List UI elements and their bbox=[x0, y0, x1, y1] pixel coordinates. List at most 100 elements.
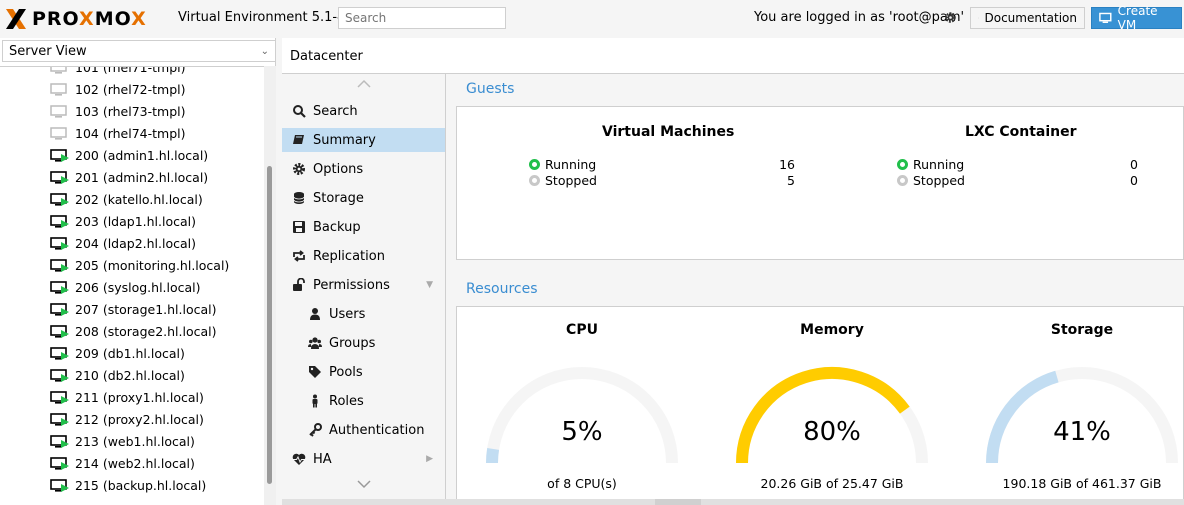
running-icon bbox=[529, 159, 540, 170]
vm-running-icon bbox=[50, 479, 69, 492]
stopped-icon bbox=[529, 175, 540, 186]
desktop-icon bbox=[1099, 12, 1112, 23]
page-title: Datacenter bbox=[290, 49, 363, 64]
tree-item-label: 202 (katello.hl.local) bbox=[75, 192, 203, 207]
gauge-subtext: of 8 CPU(s) bbox=[547, 476, 617, 491]
nav-item-storage[interactable]: Storage bbox=[282, 186, 445, 210]
logged-in-label: You are logged in as 'root@pam' bbox=[754, 10, 965, 25]
tree-item[interactable]: 201 (admin2.hl.local) bbox=[0, 167, 264, 189]
tree-item[interactable]: 103 (rhel73-tmpl) bbox=[0, 101, 264, 123]
tree-item[interactable]: 213 (web1.hl.local) bbox=[0, 431, 264, 453]
nav-scroll-down-icon[interactable] bbox=[282, 478, 446, 500]
nav-item-label: HA bbox=[313, 451, 332, 467]
tree-item-label: 210 (db2.hl.local) bbox=[75, 368, 185, 383]
search-icon bbox=[292, 104, 306, 118]
tree-item[interactable]: 214 (web2.hl.local) bbox=[0, 453, 264, 475]
tree-item-label: 104 (rhel74-tmpl) bbox=[75, 126, 186, 141]
tree-item[interactable]: 205 (monitoring.hl.local) bbox=[0, 255, 264, 277]
retweet-icon bbox=[292, 249, 306, 263]
tree-item[interactable]: 200 (admin1.hl.local) bbox=[0, 145, 264, 167]
tree-item[interactable]: 211 (proxy1.hl.local) bbox=[0, 387, 264, 409]
nav-item-roles[interactable]: Roles bbox=[282, 389, 445, 413]
tree-item[interactable]: 215 (backup.hl.local) bbox=[0, 475, 264, 497]
tree-item-label: 102 (rhel72-tmpl) bbox=[75, 82, 186, 97]
key-icon bbox=[308, 423, 322, 437]
datacenter-nav: Search Summary Options Storage Backup Replica… bbox=[282, 74, 446, 505]
user-icon bbox=[308, 307, 322, 321]
gauge-value: 41% bbox=[1053, 417, 1111, 447]
vm-running-icon bbox=[50, 193, 69, 206]
nav-item-backup[interactable]: Backup bbox=[282, 215, 445, 239]
search-input[interactable] bbox=[338, 7, 506, 29]
tree-item[interactable]: 212 (proxy2.hl.local) bbox=[0, 409, 264, 431]
proxmox-logo: PROXMOX bbox=[4, 6, 147, 32]
tree-item-label: 215 (backup.hl.local) bbox=[75, 478, 207, 493]
vm-template-icon bbox=[50, 83, 67, 96]
vm-running-row: Running bbox=[529, 157, 596, 172]
top-header: PROXMOX Virtual Environment 5.1-43 You a… bbox=[0, 0, 1184, 38]
users-icon bbox=[308, 336, 322, 350]
tree-item-label: 205 (monitoring.hl.local) bbox=[75, 258, 230, 273]
summary-content: Guests Virtual Machines Running 16 Stopp… bbox=[446, 74, 1184, 505]
vm-template-icon bbox=[50, 105, 67, 118]
tree-item[interactable]: 208 (storage2.hl.local) bbox=[0, 321, 264, 343]
gauge-title: Storage bbox=[1050, 322, 1114, 338]
gear-icon bbox=[292, 162, 306, 176]
tree-item[interactable]: 210 (db2.hl.local) bbox=[0, 365, 264, 387]
tree-item-label: 213 (web1.hl.local) bbox=[75, 434, 195, 449]
tree-item[interactable]: 202 (katello.hl.local) bbox=[0, 189, 264, 211]
gauge-subtext: 20.26 GiB of 25.47 GiB bbox=[760, 476, 904, 491]
nav-item-users[interactable]: Users bbox=[282, 302, 445, 326]
tree-item[interactable]: 209 (db1.hl.local) bbox=[0, 343, 264, 365]
resize-handle[interactable] bbox=[655, 499, 701, 505]
tree-item[interactable]: 102 (rhel72-tmpl) bbox=[0, 79, 264, 101]
nav-item-label: Pools bbox=[329, 364, 363, 380]
database-icon bbox=[292, 191, 306, 205]
nav-item-groups[interactable]: Groups bbox=[282, 331, 445, 355]
tree-item[interactable]: 104 (rhel74-tmpl) bbox=[0, 123, 264, 145]
documentation-button[interactable]: Documentation bbox=[970, 7, 1085, 29]
tree-item-label: 208 (storage2.hl.local) bbox=[75, 324, 217, 339]
nav-item-search[interactable]: Search bbox=[282, 99, 445, 123]
gauge-title: CPU bbox=[566, 322, 598, 338]
vm-running-count: 16 bbox=[779, 157, 795, 172]
lxc-running-row: Running bbox=[897, 157, 964, 172]
tree-item-label: 211 (proxy1.hl.local) bbox=[75, 390, 204, 405]
tree-item[interactable]: 204 (ldap2.hl.local) bbox=[0, 233, 264, 255]
nav-scroll-up-icon[interactable] bbox=[282, 78, 446, 100]
gauge-subtext: 190.18 GiB of 461.37 GiB bbox=[1002, 476, 1162, 491]
gauge-value: 80% bbox=[803, 417, 861, 447]
vm-running-icon bbox=[50, 171, 69, 184]
gear-icon[interactable] bbox=[944, 11, 957, 24]
tree-item[interactable]: 203 (ldap1.hl.local) bbox=[0, 211, 264, 233]
tree-item[interactable]: 101 (rhel71-tmpl) bbox=[0, 66, 264, 79]
gauge-fill bbox=[486, 447, 500, 464]
scrollbar-thumb[interactable] bbox=[267, 166, 272, 484]
nav-item-permissions[interactable]: Permissions ▼ bbox=[282, 273, 445, 297]
nav-item-ha[interactable]: HA ▶ bbox=[282, 447, 445, 471]
nav-item-label: Replication bbox=[313, 248, 385, 264]
nav-item-label: Backup bbox=[313, 219, 361, 235]
tree-scrollbar[interactable] bbox=[264, 66, 276, 505]
nav-item-replication[interactable]: Replication bbox=[282, 244, 445, 268]
view-selector[interactable]: Server View ⌄ bbox=[2, 40, 276, 62]
tree-item[interactable]: 206 (syslog.hl.local) bbox=[0, 277, 264, 299]
unlock-icon bbox=[292, 278, 306, 292]
heartbeat-icon bbox=[292, 452, 306, 466]
running-icon bbox=[897, 159, 908, 170]
nav-item-label: Roles bbox=[329, 393, 364, 409]
nav-item-pools[interactable]: Pools bbox=[282, 360, 445, 384]
tree-item-label: 201 (admin2.hl.local) bbox=[75, 170, 209, 185]
vm-running-icon bbox=[50, 303, 69, 316]
tree-item[interactable]: 207 (storage1.hl.local) bbox=[0, 299, 264, 321]
version-label: Virtual Environment 5.1-43 bbox=[178, 10, 354, 25]
nav-item-options[interactable]: Options bbox=[282, 157, 445, 181]
create-vm-button[interactable]: Create VM bbox=[1091, 4, 1182, 32]
guests-panel: Virtual Machines Running 16 Stopped 5 LX… bbox=[456, 106, 1184, 260]
vm-running-icon bbox=[50, 347, 69, 360]
tree-item-label: 101 (rhel71-tmpl) bbox=[75, 66, 186, 75]
nav-item-summary[interactable]: Summary bbox=[282, 128, 445, 152]
nav-item-authentication[interactable]: Authentication bbox=[282, 418, 445, 442]
nav-item-label: Permissions bbox=[313, 277, 390, 293]
vm-running-icon bbox=[50, 435, 69, 448]
